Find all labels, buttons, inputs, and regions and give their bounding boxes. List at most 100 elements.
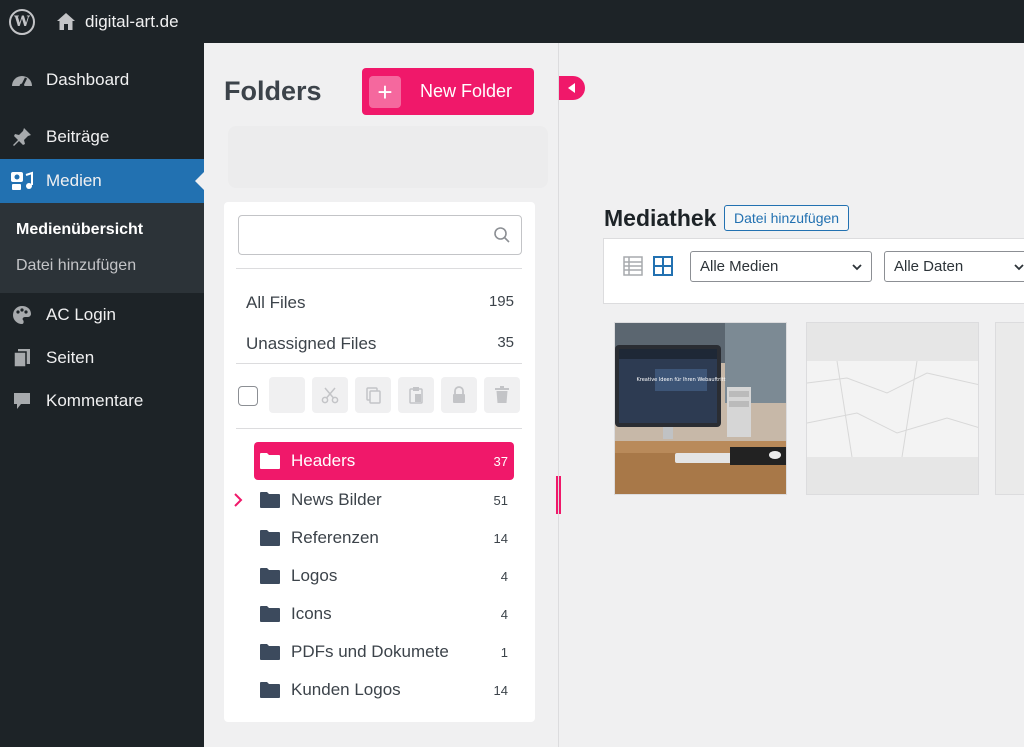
office-desk-photo: Kreative Ideen für Ihren Webauftritt xyxy=(615,323,786,494)
copy-icon xyxy=(366,387,381,404)
admin-sidebar: Dashboard Beiträge Medien Medienübersich… xyxy=(0,43,204,747)
folder-label: Kunden Logos xyxy=(291,680,401,699)
media-type-value: Alle Medien xyxy=(700,258,779,275)
site-name-link[interactable]: digital-art.de xyxy=(85,12,179,32)
folder-count: 37 xyxy=(493,453,508,469)
folder-item-news-bilder[interactable]: News Bilder 51 xyxy=(254,481,514,519)
date-filter-value: Alle Daten xyxy=(894,258,964,275)
media-thumbnail[interactable]: Kreative Ideen für Ihren Webauftritt xyxy=(614,322,787,495)
new-folder-label: New Folder xyxy=(420,81,513,101)
chevron-right-icon[interactable] xyxy=(232,493,244,507)
home-icon[interactable] xyxy=(55,11,77,33)
folder-search-field[interactable] xyxy=(238,215,522,255)
plus-icon: + xyxy=(369,75,401,108)
sidebar-item-label: AC Login xyxy=(46,305,116,324)
admin-bar: W digital-art.de xyxy=(0,0,1024,43)
submenu-item-medienuebersicht[interactable]: Medienübersicht xyxy=(16,221,143,239)
sidebar-item-ac-login[interactable]: AC Login xyxy=(0,293,204,337)
unassigned-files-count: 35 xyxy=(497,334,514,351)
all-files-label: All Files xyxy=(246,293,306,312)
comment-icon xyxy=(10,389,34,413)
select-all-checkbox[interactable] xyxy=(238,386,258,406)
submenu-item-datei-hinzufuegen[interactable]: Datei hinzufügen xyxy=(16,257,136,275)
lock-icon xyxy=(453,386,465,403)
divider xyxy=(236,428,522,429)
lock-button[interactable] xyxy=(441,377,477,413)
folder-label: Referenzen xyxy=(291,528,379,547)
folder-item-kunden-logos[interactable]: Kunden Logos 14 xyxy=(254,671,514,709)
date-filter-select[interactable]: Alle Daten xyxy=(884,251,1024,282)
media-thumbnail[interactable] xyxy=(806,322,979,495)
folder-icon xyxy=(260,530,280,546)
search-icon[interactable] xyxy=(493,226,511,244)
page-title: Mediathek xyxy=(604,205,717,231)
sidebar-item-medien[interactable]: Medien xyxy=(0,159,204,203)
paste-button[interactable] xyxy=(398,377,434,413)
folder-label: PDFs und Dokumete xyxy=(291,642,449,661)
folder-item-icons[interactable]: Icons 4 xyxy=(254,595,514,633)
chevron-down-icon xyxy=(1014,264,1024,271)
panel-divider xyxy=(558,43,559,747)
folder-label: Headers xyxy=(291,451,356,470)
sidebar-item-label: Beiträge xyxy=(46,127,110,146)
folder-count: 4 xyxy=(500,606,508,622)
sidebar-item-kommentare[interactable]: Kommentare xyxy=(0,379,204,423)
folder-item-referenzen[interactable]: Referenzen 14 xyxy=(254,519,514,557)
media-type-select[interactable]: Alle Medien xyxy=(690,251,872,282)
folder-item-pdfs[interactable]: PDFs und Dokumete 1 xyxy=(254,633,514,671)
pin-icon xyxy=(10,125,34,149)
folder-label: Logos xyxy=(291,566,338,585)
all-files-row[interactable]: All Files 195 xyxy=(246,293,514,313)
media-submenu: Medienübersicht Datei hinzufügen xyxy=(0,203,204,293)
placeholder-box xyxy=(228,126,548,188)
paper-texture-image xyxy=(807,323,978,494)
new-folder-button[interactable]: + New Folder xyxy=(362,68,534,115)
unassigned-files-row[interactable]: Unassigned Files 35 xyxy=(246,334,514,354)
folder-search-input[interactable] xyxy=(247,216,487,252)
sidebar-item-label: Kommentare xyxy=(46,391,144,410)
folder-item-logos[interactable]: Logos 4 xyxy=(254,557,514,595)
resize-handle[interactable] xyxy=(556,476,561,514)
list-view-icon[interactable] xyxy=(622,255,644,277)
wordpress-logo-icon[interactable]: W xyxy=(9,8,35,35)
folders-title: Folders xyxy=(224,76,322,106)
folder-tree-card: All Files 195 Unassigned Files 35 Header… xyxy=(224,202,535,722)
sidebar-item-dashboard[interactable]: Dashboard xyxy=(0,58,204,102)
copy-button[interactable] xyxy=(355,377,391,413)
folder-count: 14 xyxy=(493,682,508,698)
folder-icon xyxy=(260,682,280,698)
sidebar-item-seiten[interactable]: Seiten xyxy=(0,336,204,380)
delete-button[interactable] xyxy=(484,377,520,413)
sidebar-item-beitraege[interactable]: Beiträge xyxy=(0,115,204,159)
scissors-icon xyxy=(321,387,339,404)
folder-toolbar xyxy=(238,377,528,413)
toolbar-blank-button[interactable] xyxy=(269,377,305,413)
sidebar-item-label: Seiten xyxy=(46,348,95,367)
media-thumbnail[interactable] xyxy=(995,322,1024,495)
chevron-down-icon xyxy=(852,264,862,271)
cut-button[interactable] xyxy=(312,377,348,413)
sidebar-item-label: Dashboard xyxy=(46,70,130,89)
folder-count: 1 xyxy=(500,644,508,660)
folder-count: 14 xyxy=(493,530,508,546)
folder-icon xyxy=(260,606,280,622)
caret-left-icon xyxy=(568,83,575,93)
thumb-screen-text: Kreative Ideen für Ihren Webauftritt xyxy=(636,377,725,383)
divider xyxy=(236,268,522,269)
grid-view-icon[interactable] xyxy=(652,255,674,277)
folder-icon xyxy=(260,644,280,660)
folder-icon xyxy=(260,453,280,469)
all-files-count: 195 xyxy=(488,293,514,310)
add-file-button[interactable]: Datei hinzufügen xyxy=(724,205,850,231)
trash-icon xyxy=(495,386,509,403)
folder-icon xyxy=(260,492,280,508)
folder-count: 4 xyxy=(500,568,508,584)
dashboard-icon xyxy=(10,68,34,92)
divider xyxy=(236,363,522,364)
pages-icon xyxy=(10,346,34,370)
media-filter-bar: Alle Medien Alle Daten xyxy=(603,238,1024,304)
collapse-panel-button[interactable] xyxy=(559,76,585,100)
media-icon xyxy=(10,169,34,193)
folder-panel: Folders + New Folder All Files 195 Unass… xyxy=(204,43,558,747)
folder-item-headers[interactable]: Headers 37 xyxy=(254,442,514,480)
